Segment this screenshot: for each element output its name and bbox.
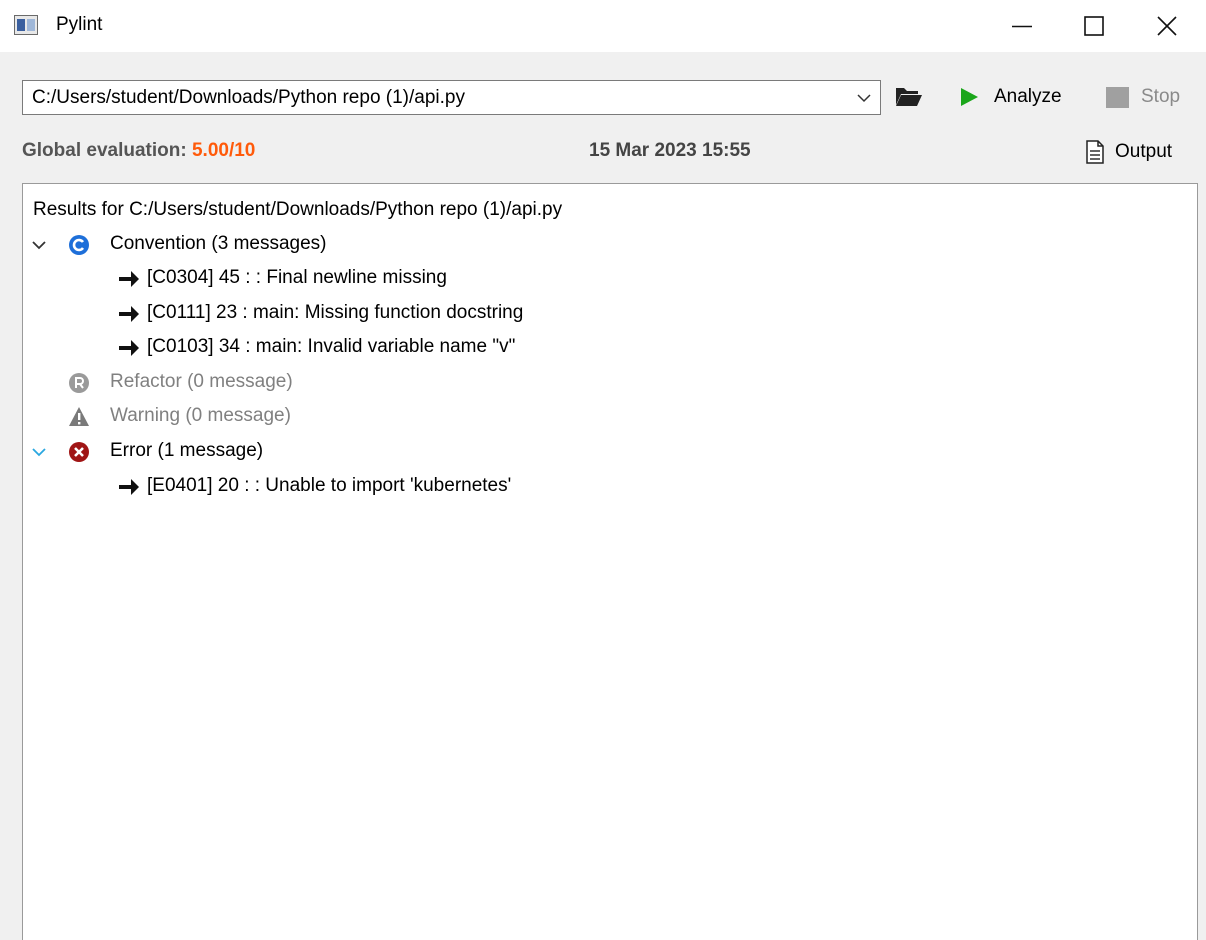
evaluation-label: Global evaluation:	[22, 140, 187, 161]
chevron-down-icon[interactable]	[31, 239, 47, 251]
toolbar: C:/Users/student/Downloads/Python repo (…	[0, 76, 1206, 118]
message-text: [E0401] 20 : : Unable to import 'kuberne…	[147, 475, 512, 496]
category-warning[interactable]: Warning (0 message)	[23, 400, 623, 434]
arrow-right-icon	[119, 306, 139, 322]
message-text: [C0103] 34 : main: Invalid variable name…	[147, 336, 516, 357]
results-tree[interactable]: Results for C:/Users/student/Downloads/P…	[22, 183, 1198, 940]
message-text: [C0304] 45 : : Final newline missing	[147, 267, 447, 288]
file-path-text: C:/Users/student/Downloads/Python repo (…	[32, 87, 465, 108]
minimize-icon	[1012, 25, 1032, 28]
message-text: [C0111] 23 : main: Missing function docs…	[147, 302, 524, 323]
maximize-button[interactable]	[1062, 4, 1126, 48]
close-button[interactable]	[1135, 4, 1199, 48]
analyze-button[interactable]: Analyze	[958, 80, 1062, 114]
analyze-label: Analyze	[994, 86, 1062, 107]
error-icon	[69, 442, 89, 462]
stop-icon	[1106, 86, 1129, 108]
chevron-down-icon[interactable]	[31, 446, 47, 458]
message-row[interactable]: [C0304] 45 : : Final newline missing	[23, 262, 623, 296]
category-refactor[interactable]: Refactor (0 message)	[23, 366, 623, 400]
close-icon	[1157, 16, 1177, 36]
message-row[interactable]: [C0111] 23 : main: Missing function docs…	[23, 297, 723, 331]
stop-button[interactable]: Stop	[1106, 80, 1180, 114]
window-title: Pylint	[56, 14, 103, 35]
message-row[interactable]: [E0401] 20 : : Unable to import 'kuberne…	[23, 470, 723, 504]
stop-label: Stop	[1141, 86, 1181, 107]
refactor-icon	[69, 373, 89, 393]
app-icon	[14, 15, 38, 35]
evaluation-date: 15 Mar 2023 15:55	[589, 140, 751, 161]
category-label: Refactor (0 message)	[110, 371, 293, 392]
message-row[interactable]: [C0103] 34 : main: Invalid variable name…	[23, 331, 723, 365]
category-label: Warning (0 message)	[110, 405, 291, 426]
category-label: Convention (3 messages)	[110, 233, 327, 254]
file-path-combobox[interactable]: C:/Users/student/Downloads/Python repo (…	[22, 80, 881, 115]
minimize-button[interactable]	[990, 4, 1054, 48]
output-button[interactable]: Output	[1085, 136, 1172, 168]
maximize-icon	[1084, 16, 1104, 36]
title-bar: Pylint	[0, 0, 1206, 52]
convention-icon	[69, 235, 89, 255]
category-label: Error (1 message)	[110, 440, 264, 461]
chevron-down-icon[interactable]	[857, 93, 871, 103]
warning-icon	[69, 407, 89, 426]
results-header: Results for C:/Users/student/Downloads/P…	[33, 193, 562, 227]
results-header-text: Results for C:/Users/student/Downloads/P…	[33, 199, 563, 220]
evaluation-bar: Global evaluation: 5.00/10 15 Mar 2023 1…	[0, 132, 1206, 170]
arrow-right-icon	[119, 340, 139, 356]
arrow-right-icon	[119, 479, 139, 495]
play-icon	[961, 88, 978, 106]
evaluation-score: 5.00/10	[191, 140, 256, 161]
arrow-right-icon	[119, 271, 139, 287]
category-error[interactable]: Error (1 message)	[23, 435, 623, 469]
global-evaluation: Global evaluation: 5.00/10	[22, 140, 255, 162]
folder-open-icon[interactable]	[895, 84, 923, 108]
document-icon	[1086, 140, 1104, 164]
category-convention[interactable]: Convention (3 messages)	[23, 228, 623, 262]
output-label: Output	[1115, 141, 1173, 162]
